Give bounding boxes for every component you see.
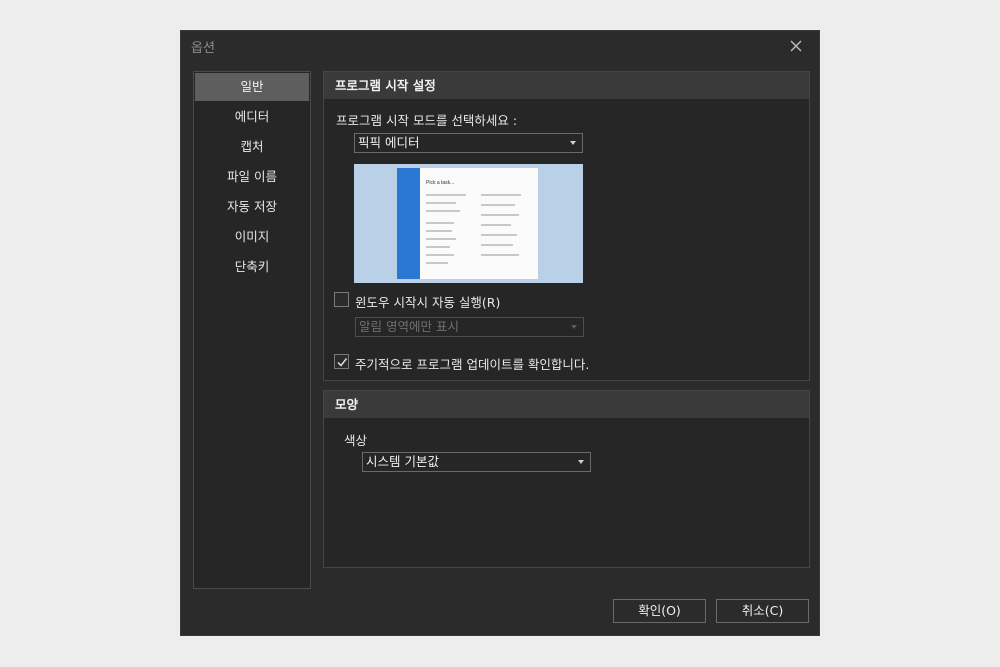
color-dropdown[interactable]: 시스템 기본값 <box>362 452 591 472</box>
sidebar-item-shortcuts[interactable]: 단축키 <box>195 253 309 281</box>
preview-line <box>426 254 454 256</box>
update-label[interactable]: 주기적으로 프로그램 업데이트를 확인합니다. <box>355 354 589 373</box>
preview-line <box>426 238 456 240</box>
preview-line <box>426 246 450 248</box>
startup-mode-preview: Pick a task... <box>354 164 583 283</box>
appearance-section-title: 모양 <box>324 391 809 418</box>
sidebar-item-filename[interactable]: 파일 이름 <box>195 163 309 191</box>
tray-mode-value: 알림 영역에만 표시 <box>359 319 459 334</box>
sidebar-item-general[interactable]: 일반 <box>195 73 309 101</box>
autostart-checkbox[interactable] <box>334 292 349 307</box>
sidebar-item-autosave[interactable]: 자동 저장 <box>195 193 309 221</box>
preview-line <box>481 244 513 246</box>
startup-section: 프로그램 시작 설정 프로그램 시작 모드를 선택하세요 : 픽픽 에디터 Pi… <box>323 71 810 381</box>
sidebar: 일반 에디터 캡처 파일 이름 자동 저장 이미지 단축키 <box>193 71 311 589</box>
preview-line <box>481 224 511 226</box>
title-bar: 옵션 <box>181 31 819 61</box>
autostart-label[interactable]: 윈도우 시작시 자동 실행(R) <box>355 292 500 311</box>
preview-line <box>426 210 460 212</box>
chevron-down-icon <box>571 325 577 329</box>
preview-line <box>481 234 517 236</box>
preview-sidebar <box>397 168 420 279</box>
appearance-section: 모양 색상 시스템 기본값 <box>323 390 810 568</box>
preview-line <box>426 262 448 264</box>
startup-mode-dropdown[interactable]: 픽픽 에디터 <box>354 133 583 153</box>
options-dialog: 옵션 일반 에디터 캡처 파일 이름 자동 저장 이미지 단축키 프로그램 시작… <box>180 30 820 636</box>
preview-line <box>426 202 456 204</box>
chevron-down-icon <box>578 460 584 464</box>
update-checkbox[interactable] <box>334 354 349 369</box>
cancel-button[interactable]: 취소(C) <box>716 599 809 623</box>
ok-button[interactable]: 확인(O) <box>613 599 706 623</box>
preview-line <box>481 204 515 206</box>
sidebar-item-image[interactable]: 이미지 <box>195 223 309 251</box>
preview-heading: Pick a task... <box>426 180 455 186</box>
color-label: 색상 <box>344 433 368 448</box>
chevron-down-icon <box>570 141 576 145</box>
startup-mode-label: 프로그램 시작 모드를 선택하세요 : <box>336 113 518 128</box>
startup-mode-value: 픽픽 에디터 <box>358 135 420 150</box>
preview-line <box>426 194 466 196</box>
preview-line <box>481 194 521 196</box>
sidebar-item-editor[interactable]: 에디터 <box>195 103 309 131</box>
close-button[interactable] <box>787 37 805 55</box>
tray-mode-dropdown: 알림 영역에만 표시 <box>355 317 584 337</box>
preview-window: Pick a task... <box>397 168 538 279</box>
color-value: 시스템 기본값 <box>366 454 439 469</box>
preview-line <box>426 230 452 232</box>
dialog-title: 옵션 <box>191 41 215 56</box>
startup-section-title: 프로그램 시작 설정 <box>324 72 809 99</box>
sidebar-item-capture[interactable]: 캡처 <box>195 133 309 161</box>
close-icon <box>790 40 802 52</box>
checkmark-icon <box>337 358 348 367</box>
preview-line <box>426 222 454 224</box>
preview-line <box>481 214 519 216</box>
preview-line <box>481 254 519 256</box>
